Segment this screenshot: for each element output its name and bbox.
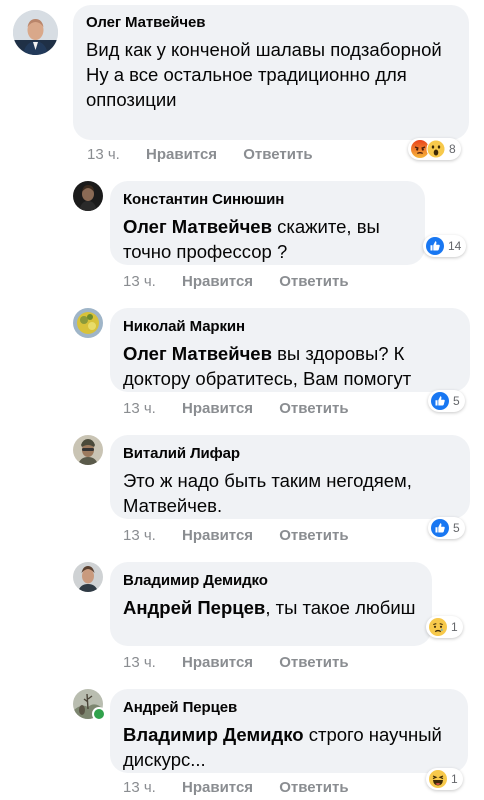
comment-author[interactable]: Виталий Лифар: [123, 444, 458, 464]
comment-text: Олег Матвейчев скажите, вы точно професс…: [123, 214, 413, 264]
comment-bubble: Константин Синюшин Олег Матвейчев скажит…: [110, 181, 425, 265]
like-icon: [425, 236, 445, 256]
like-icon: [430, 391, 450, 411]
comment-text: Андрей Перцев, ты такое любиш: [123, 595, 420, 620]
reaction-count: 5: [453, 394, 460, 408]
mention-link[interactable]: Владимир Демидко: [123, 724, 304, 745]
comment-meta: 13 ч. Нравится Ответить: [123, 779, 371, 796]
reply-button[interactable]: Ответить: [279, 779, 348, 796]
avatar[interactable]: [73, 435, 103, 465]
comment-time[interactable]: 13 ч.: [123, 527, 156, 544]
reaction-count: 8: [449, 142, 456, 156]
comment-meta: 13 ч. Нравится Ответить: [87, 146, 335, 163]
reactions-summary[interactable]: 1: [426, 768, 463, 790]
comment-bubble: Николай Маркин Олег Матвейчев вы здоровы…: [110, 308, 470, 392]
reply-button[interactable]: Ответить: [279, 400, 348, 417]
comment-time[interactable]: 13 ч.: [123, 273, 156, 290]
comment-author[interactable]: Олег Матвейчев: [86, 13, 457, 33]
comment-author[interactable]: Андрей Перцев: [123, 698, 456, 718]
reaction-count: 1: [451, 620, 458, 634]
comment-author[interactable]: Константин Синюшин: [123, 190, 413, 210]
comment-author[interactable]: Владимир Демидко: [123, 571, 420, 591]
like-button[interactable]: Нравится: [182, 527, 253, 544]
comment-text: Владимир Демидко строго научный дискурс.…: [123, 722, 456, 772]
reaction-count: 14: [448, 239, 462, 253]
comment-bubble: Андрей Перцев Владимир Демидко строго на…: [110, 689, 468, 773]
reply-button[interactable]: Ответить: [279, 654, 348, 671]
comment-time[interactable]: 13 ч.: [123, 400, 156, 417]
avatar[interactable]: [73, 181, 103, 211]
mention-link[interactable]: Олег Матвейчев: [123, 216, 272, 237]
comment-text: Это ж надо быть таким негодяем, Матвейче…: [123, 470, 412, 516]
comment-time[interactable]: 13 ч.: [87, 146, 120, 163]
reply-button[interactable]: Ответить: [243, 146, 312, 163]
comment-body: , ты такое любиш: [265, 597, 416, 618]
sad-icon: [428, 617, 448, 637]
like-button[interactable]: Нравится: [146, 146, 217, 163]
comment-meta: 13 ч. Нравится Ответить: [123, 527, 371, 544]
reaction-count: 5: [453, 521, 460, 535]
reaction-count: 1: [451, 772, 458, 786]
comment-bubble: Олег Матвейчев Вид как у конченой шалавы…: [73, 5, 469, 140]
avatar[interactable]: [13, 10, 58, 55]
comment-meta: 13 ч. Нравится Ответить: [123, 273, 371, 290]
comment-text: Вид как у конченой шалавы подзаборной Ну…: [86, 39, 442, 110]
like-button[interactable]: Нравится: [182, 400, 253, 417]
haha-icon: [428, 769, 448, 789]
mention-link[interactable]: Олег Матвейчев: [123, 343, 272, 364]
avatar[interactable]: [73, 562, 103, 592]
comment-author[interactable]: Николай Маркин: [123, 317, 458, 337]
comment-meta: 13 ч. Нравится Ответить: [123, 654, 371, 671]
reactions-summary[interactable]: 5: [428, 390, 465, 412]
like-button[interactable]: Нравится: [182, 779, 253, 796]
like-button[interactable]: Нравится: [182, 273, 253, 290]
comment-time[interactable]: 13 ч.: [123, 779, 156, 796]
reactions-summary[interactable]: 14: [423, 235, 467, 257]
reply-button[interactable]: Ответить: [279, 273, 348, 290]
reactions-summary[interactable]: 8: [408, 138, 461, 160]
reply-button[interactable]: Ответить: [279, 527, 348, 544]
avatar[interactable]: [73, 308, 103, 338]
comment-time[interactable]: 13 ч.: [123, 654, 156, 671]
reactions-summary[interactable]: 5: [428, 517, 465, 539]
comment-bubble: Виталий Лифар Это ж надо быть таким него…: [110, 435, 470, 519]
comment-meta: 13 ч. Нравится Ответить: [123, 400, 371, 417]
wow-icon: [426, 139, 446, 159]
reactions-summary[interactable]: 1: [426, 616, 463, 638]
comment-bubble: Владимир Демидко Андрей Перцев, ты такое…: [110, 562, 432, 646]
like-icon: [430, 518, 450, 538]
online-status-dot: [92, 707, 106, 721]
mention-link[interactable]: Андрей Перцев: [123, 597, 265, 618]
comment-text: Олег Матвейчев вы здоровы? К доктору обр…: [123, 341, 458, 391]
like-button[interactable]: Нравится: [182, 654, 253, 671]
